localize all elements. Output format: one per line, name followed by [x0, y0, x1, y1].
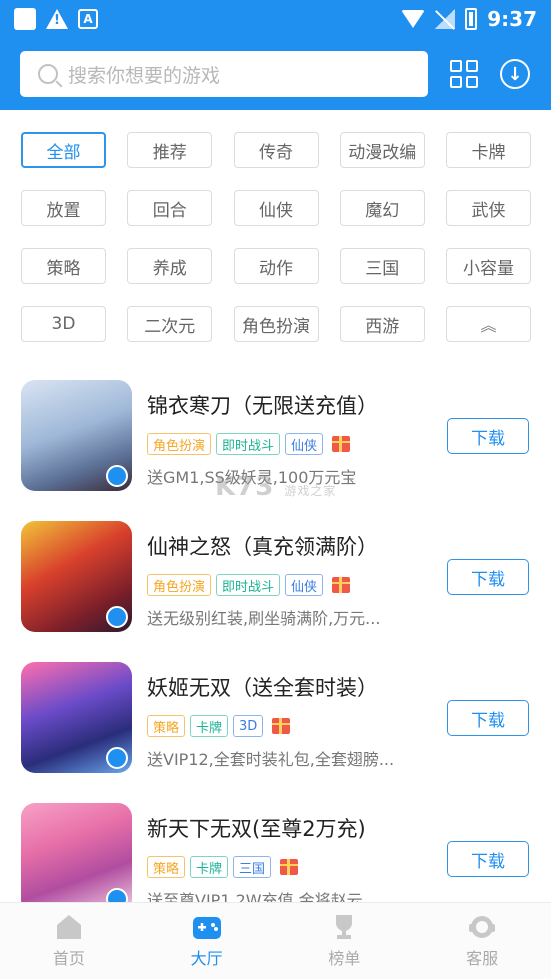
collapse-categories-button[interactable]: ︽: [446, 306, 531, 342]
download-button[interactable]: 下载: [447, 841, 529, 877]
gift-icon: [332, 436, 351, 452]
platform-badge-icon: [106, 465, 128, 487]
trophy-icon: [336, 915, 353, 939]
category-raising[interactable]: 养成: [127, 248, 213, 284]
game-item[interactable]: 仙神之怒（真充领满阶） 角色扮演 即时战斗 仙侠 送无级别红装,刷坐骑满阶,万元…: [0, 511, 551, 652]
download-button[interactable]: 下载: [447, 418, 529, 454]
platform-badge-icon: [106, 747, 128, 769]
game-tag: 卡牌: [190, 715, 229, 737]
category-wuxia[interactable]: 武侠: [446, 190, 531, 226]
status-bar: ! A 9:37: [0, 0, 551, 38]
status-time: 9:37: [487, 7, 537, 31]
download-button[interactable]: 下载: [447, 700, 529, 736]
game-icon: [21, 521, 132, 632]
game-tag: 即时战斗: [216, 574, 281, 596]
category-grid: 全部 推荐 传奇 动漫改编 卡牌 放置 回合 仙侠 魔幻 武侠 策略 养成 动作…: [21, 132, 531, 342]
game-icon: [21, 803, 132, 914]
app-notification-icon: A: [78, 9, 98, 29]
home-icon: [56, 915, 81, 939]
watermark: K73 游戏之家: [215, 472, 336, 502]
battery-icon: [465, 8, 478, 30]
watermark-main: K73: [215, 472, 275, 502]
gamepad-icon: [192, 917, 221, 939]
game-icon: [21, 380, 132, 491]
game-tag: 仙侠: [285, 433, 324, 455]
category-recommend[interactable]: 推荐: [127, 132, 213, 168]
category-all[interactable]: 全部: [21, 132, 106, 168]
category-turn-based[interactable]: 回合: [127, 190, 213, 226]
watermark-sub: 游戏之家: [284, 484, 337, 498]
game-title: 锦衣寒刀（无限送充值）: [147, 394, 378, 418]
gift-icon: [272, 718, 291, 734]
nav-ranking[interactable]: 榜单: [276, 903, 414, 979]
game-title: 妖姬无双（送全套时装）: [147, 676, 378, 700]
search-icon: [38, 64, 58, 84]
category-three-kingdoms[interactable]: 三国: [339, 248, 425, 284]
game-tag: 角色扮演: [147, 574, 212, 596]
game-description: 送无级别红装,刷坐骑满阶,万元...: [147, 609, 381, 628]
game-tag: 3D: [233, 715, 264, 737]
search-placeholder: 搜索你想要的游戏: [68, 64, 221, 87]
category-acg[interactable]: 二次元: [127, 306, 213, 342]
category-legend[interactable]: 传奇: [233, 132, 319, 168]
category-fantasy[interactable]: 魔幻: [339, 190, 425, 226]
download-button[interactable]: 下载: [447, 559, 529, 595]
nav-label: 大厅: [190, 949, 223, 968]
gift-icon: [280, 859, 299, 875]
category-idle[interactable]: 放置: [21, 190, 106, 226]
warning-icon: !: [46, 9, 68, 29]
category-journey-west[interactable]: 西游: [339, 306, 425, 342]
game-tag: 卡牌: [190, 856, 229, 878]
game-tag: 三国: [233, 856, 272, 878]
game-tag: 策略: [147, 856, 186, 878]
game-item[interactable]: 妖姬无双（送全套时装） 策略 卡牌 3D 送VIP12,全套时装礼包,全套翅膀.…: [0, 652, 551, 793]
bottom-nav: 首页 大厅 榜单 客服: [0, 902, 551, 979]
category-anime[interactable]: 动漫改编: [339, 132, 425, 168]
game-title: 新天下无双(至尊2万充): [147, 817, 366, 841]
top-bar: 搜索你想要的游戏 ↓: [0, 38, 551, 110]
notification-square-icon: [14, 8, 36, 30]
category-strategy[interactable]: 策略: [21, 248, 106, 284]
game-tag: 角色扮演: [147, 433, 212, 455]
download-manager-icon[interactable]: ↓: [500, 59, 530, 89]
game-list: 锦衣寒刀（无限送充值） 角色扮演 即时战斗 仙侠 送GM1,SS级妖灵,100万…: [0, 370, 551, 934]
category-small-size[interactable]: 小容量: [446, 248, 531, 284]
nav-label: 客服: [466, 949, 499, 968]
game-title: 仙神之怒（真充领满阶）: [147, 535, 378, 559]
game-tag: 即时战斗: [216, 433, 281, 455]
nav-hall[interactable]: 大厅: [138, 903, 276, 979]
customer-service-icon: [469, 916, 496, 938]
nav-label: 榜单: [328, 949, 361, 968]
gift-icon: [332, 577, 351, 593]
platform-badge-icon: [106, 606, 128, 628]
nav-service[interactable]: 客服: [413, 903, 551, 979]
category-card[interactable]: 卡牌: [446, 132, 531, 168]
nav-label: 首页: [52, 949, 85, 968]
category-xianxia[interactable]: 仙侠: [233, 190, 319, 226]
game-description: 送VIP12,全套时装礼包,全套翅膀...: [147, 750, 395, 769]
category-action[interactable]: 动作: [233, 248, 319, 284]
search-input[interactable]: 搜索你想要的游戏: [20, 51, 428, 97]
no-signal-icon: [435, 9, 456, 29]
game-tag: 仙侠: [285, 574, 324, 596]
game-icon: [21, 662, 132, 773]
game-tag: 策略: [147, 715, 186, 737]
wifi-icon: [401, 10, 426, 28]
category-rpg[interactable]: 角色扮演: [233, 306, 319, 342]
chevron-up-icon: ︽: [480, 316, 497, 335]
category-3d[interactable]: 3D: [21, 306, 106, 342]
nav-home[interactable]: 首页: [0, 903, 138, 979]
category-grid-icon[interactable]: [450, 60, 478, 88]
